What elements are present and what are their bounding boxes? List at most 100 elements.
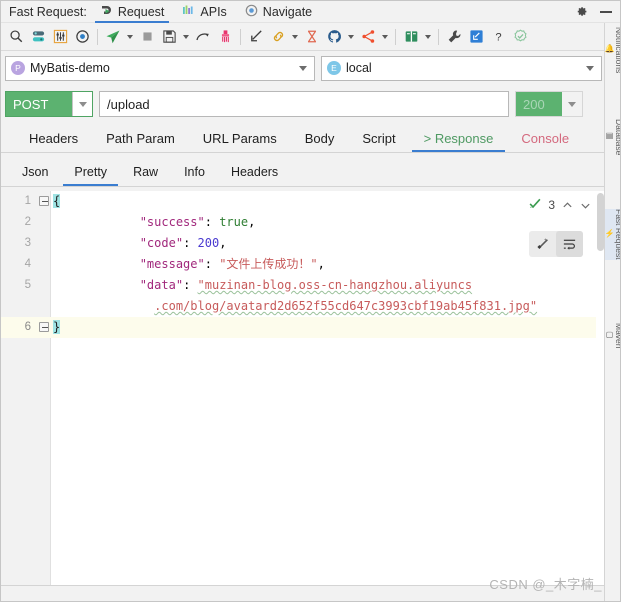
tab-url-params[interactable]: URL Params bbox=[189, 124, 291, 152]
fold-slot bbox=[39, 233, 51, 254]
right-tab-maven[interactable]: ▢ Maven bbox=[605, 323, 621, 349]
json-value-data-line2: .com/blog/avatard2d652f55cd647c3993cbf19… bbox=[154, 299, 538, 313]
inspection-widget[interactable]: 3 bbox=[528, 197, 591, 213]
fast-request-window: Fast Request: Request APIs Navigate ? P … bbox=[0, 0, 621, 602]
database-icon: ▤ bbox=[605, 131, 614, 141]
window-titlebar: Fast Request: Request APIs Navigate bbox=[1, 1, 620, 23]
github-dropdown-caret[interactable] bbox=[345, 26, 357, 48]
fold-slot bbox=[39, 254, 51, 275]
chevron-down-icon[interactable] bbox=[299, 65, 307, 71]
book-icon[interactable] bbox=[400, 26, 422, 48]
minimize-icon[interactable] bbox=[600, 10, 612, 13]
gear-icon[interactable] bbox=[575, 5, 588, 18]
check-inspection-icon bbox=[528, 197, 542, 213]
help-icon[interactable]: ? bbox=[487, 26, 509, 48]
environment-selector[interactable]: E local bbox=[321, 55, 602, 81]
target-icon[interactable] bbox=[71, 26, 93, 48]
subtab-info[interactable]: Info bbox=[171, 158, 218, 186]
response-sub-tab-bar: Json Pretty Raw Info Headers bbox=[1, 159, 606, 187]
tab-headers[interactable]: Headers bbox=[15, 124, 92, 152]
right-tab-label: Notifications bbox=[614, 27, 621, 74]
fold-slot bbox=[39, 275, 51, 296]
save-dropdown-caret[interactable] bbox=[180, 26, 192, 48]
tab-response[interactable]: > Response bbox=[410, 124, 508, 152]
book-dropdown-caret[interactable] bbox=[422, 26, 434, 48]
response-editor[interactable]: 1 { 2 "success": true, 3 "code": 200, 4 … bbox=[1, 191, 606, 587]
request-icon bbox=[100, 4, 113, 20]
expand-icon[interactable] bbox=[465, 26, 487, 48]
chevron-down-icon[interactable] bbox=[586, 65, 594, 71]
code-line-wrapped: .com/blog/avatard2d652f55cd647c3993cbf19… bbox=[1, 296, 605, 317]
right-tab-label: Maven bbox=[614, 323, 621, 349]
status-code-box[interactable]: 200 bbox=[515, 91, 583, 117]
scrollbar-thumb[interactable] bbox=[597, 193, 604, 251]
code-line-current: 6 } bbox=[1, 317, 605, 338]
github-icon[interactable] bbox=[323, 26, 345, 48]
inspection-count: 3 bbox=[548, 198, 555, 212]
send-dropdown-caret[interactable] bbox=[124, 26, 136, 48]
right-tab-fast-request[interactable]: ⚡ Fast Request bbox=[605, 209, 621, 260]
right-tab-label: Fast Request bbox=[614, 209, 621, 260]
tab-script[interactable]: Script bbox=[348, 124, 409, 152]
subtab-raw[interactable]: Raw bbox=[120, 158, 171, 186]
toolbar-separator bbox=[438, 28, 439, 45]
check-badge-icon[interactable] bbox=[509, 26, 531, 48]
titlebar-tab-apis[interactable]: APIs bbox=[173, 1, 235, 23]
line-number: 5 bbox=[24, 279, 31, 291]
right-tab-database[interactable]: ▤ Database bbox=[605, 119, 620, 155]
save-icon[interactable] bbox=[158, 26, 180, 48]
titlebar-tab-navigate[interactable]: Navigate bbox=[236, 1, 321, 23]
wrench-icon[interactable] bbox=[443, 26, 465, 48]
chevron-down-icon[interactable] bbox=[579, 199, 591, 211]
titlebar-controls bbox=[575, 5, 620, 18]
tab-console[interactable]: Console bbox=[507, 124, 583, 152]
selector-row: P MyBatis-demo E local bbox=[1, 53, 606, 83]
fold-handle[interactable] bbox=[39, 317, 51, 338]
apis-icon bbox=[182, 4, 195, 20]
fold-slot bbox=[39, 296, 51, 317]
soft-wrap-icon[interactable] bbox=[556, 231, 583, 257]
json-close-brace: } bbox=[53, 320, 61, 334]
fold-handle[interactable] bbox=[39, 191, 51, 212]
csdn-watermark: CSDN @_木字楠_ bbox=[489, 577, 602, 592]
titlebar-tab-request[interactable]: Request bbox=[91, 1, 174, 23]
filter-stack-icon[interactable] bbox=[27, 26, 49, 48]
subtab-headers[interactable]: Headers bbox=[218, 158, 291, 186]
line-number: 3 bbox=[24, 237, 31, 249]
settings-sliders-icon[interactable] bbox=[49, 26, 71, 48]
share-dropdown-caret[interactable] bbox=[379, 26, 391, 48]
collapse-icon[interactable] bbox=[245, 26, 267, 48]
status-code-dropdown[interactable] bbox=[562, 92, 582, 116]
stop-icon[interactable] bbox=[136, 26, 158, 48]
toolbar-separator bbox=[97, 28, 98, 45]
right-tool-strip: 🔔 Notifications ▤ Database ⚡ Fast Reques… bbox=[604, 23, 621, 601]
search-icon[interactable] bbox=[5, 26, 27, 48]
tab-body[interactable]: Body bbox=[291, 124, 349, 152]
url-input[interactable]: /upload bbox=[99, 91, 509, 117]
project-selector[interactable]: P MyBatis-demo bbox=[5, 55, 315, 81]
redo-icon[interactable] bbox=[192, 26, 214, 48]
bell-icon: 🔔 bbox=[605, 43, 614, 54]
subtab-pretty[interactable]: Pretty bbox=[61, 158, 120, 186]
share-icon[interactable] bbox=[357, 26, 379, 48]
subtab-json[interactable]: Json bbox=[9, 158, 61, 186]
line-text: } bbox=[51, 317, 605, 338]
http-method-selector[interactable]: POST bbox=[5, 91, 93, 117]
editor-code-area[interactable]: 1 { 2 "success": true, 3 "code": 200, 4 … bbox=[1, 191, 605, 587]
clean-icon[interactable] bbox=[214, 26, 236, 48]
chevron-up-icon[interactable] bbox=[561, 199, 573, 211]
tab-path-param[interactable]: Path Param bbox=[92, 124, 189, 152]
fold-slot bbox=[39, 212, 51, 233]
send-icon[interactable] bbox=[102, 26, 124, 48]
line-number: 1 bbox=[24, 195, 31, 207]
right-tab-notifications[interactable]: 🔔 Notifications bbox=[605, 27, 621, 74]
toolbar-separator bbox=[240, 28, 241, 45]
project-selector-value: MyBatis-demo bbox=[30, 61, 110, 75]
link-icon[interactable] bbox=[267, 26, 289, 48]
titlebar-tab-label: APIs bbox=[200, 4, 227, 19]
link-dropdown-caret[interactable] bbox=[289, 26, 301, 48]
hourglass-icon[interactable] bbox=[301, 26, 323, 48]
magic-wand-icon[interactable] bbox=[529, 231, 556, 257]
http-method-dropdown[interactable] bbox=[72, 92, 92, 116]
toolbar-separator bbox=[395, 28, 396, 45]
